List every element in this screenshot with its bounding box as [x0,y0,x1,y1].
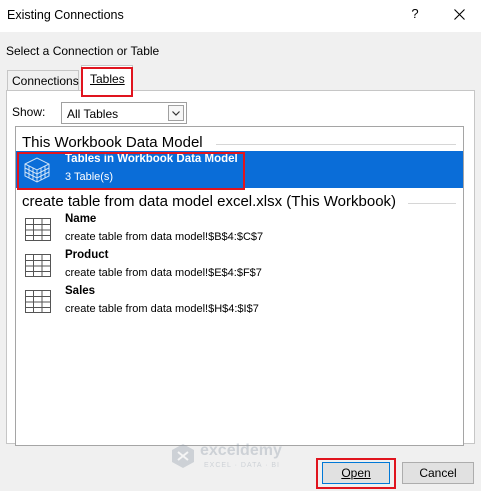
close-button[interactable] [443,3,475,27]
tab-connections-label: Connections [12,74,79,88]
help-button[interactable]: ? [408,6,422,21]
tables-tab-highlight-box [81,67,133,97]
list-item-product-table[interactable]: Product create table from data model!$E$… [16,247,463,285]
selected-item-highlight-box [17,152,245,190]
list-item-subtitle: create table from data model!$H$4:$I$7 [65,303,259,315]
list-item-title: Product [65,249,109,261]
watermark-tagline: EXCEL · DATA · BI [204,462,280,469]
exceldemy-logo-icon [172,444,194,468]
dialog-subtitle: Select a Connection or Table [6,44,160,58]
list-item-subtitle: create table from data model!$B$4:$C$7 [65,231,264,243]
show-dropdown[interactable]: All Tables [61,102,187,124]
watermark-brand: exceldemy [200,442,282,459]
cancel-button[interactable]: Cancel [402,462,474,484]
list-item-title: Sales [65,285,96,297]
close-icon [453,9,465,20]
list-item-sales-table[interactable]: Sales create table from data model!$H$4:… [16,283,463,321]
dialog-body: Select a Connection or Table Connections… [0,32,481,491]
tab-connections[interactable]: Connections [7,70,79,90]
list-item-title: Name [65,213,97,225]
table-icon [25,218,51,241]
show-label: Show: [12,105,46,119]
title-bar: Existing Connections ? [0,0,481,32]
open-button-highlight-box [316,458,396,489]
table-icon [25,254,51,277]
group-header-workbook: create table from data model excel.xlsx … [22,193,397,210]
group-divider [216,144,456,145]
list-item-subtitle: create table from data model!$E$4:$F$7 [65,267,262,279]
list-item-name-table[interactable]: Name create table from data model!$B$4:$… [16,211,463,249]
group-divider [408,203,456,204]
group-header-data-model: This Workbook Data Model [22,134,203,151]
dropdown-arrow-button[interactable] [168,105,184,121]
table-icon [25,290,51,313]
cancel-button-label: Cancel [419,466,457,480]
show-dropdown-value: All Tables [67,107,119,121]
chevron-down-icon [172,111,180,116]
window-title: Existing Connections [7,8,124,22]
watermark: exceldemy EXCEL · DATA · BI [168,440,328,474]
